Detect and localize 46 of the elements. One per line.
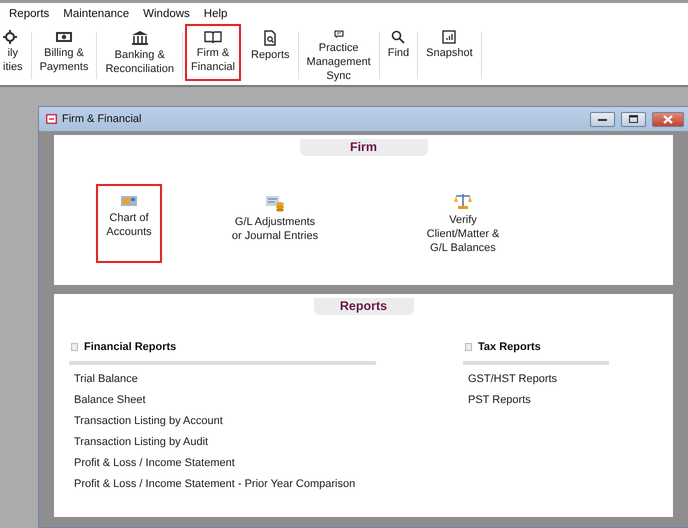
report-link[interactable]: Profit & Loss / Income Statement - Prior Year Comparison — [69, 474, 463, 495]
scale-icon — [453, 192, 473, 210]
report-link[interactable]: PST Reports — [463, 390, 609, 411]
report-link[interactable]: GST/HST Reports — [463, 369, 609, 390]
section-heading: Firm — [300, 139, 428, 156]
shortcut-button[interactable]: G/L Adjustments or Journal Entries — [220, 184, 330, 263]
shortcut-button[interactable]: Verify Client/Matter & G/L Balances — [418, 182, 508, 263]
minimize-button[interactable] — [590, 112, 615, 126]
group-title: Tax Reports — [478, 341, 541, 353]
window-title: Firm & Financial — [62, 113, 142, 125]
maximize-icon — [629, 115, 638, 123]
app-icon — [46, 114, 57, 124]
search-icon — [391, 30, 406, 44]
close-button[interactable] — [652, 112, 684, 126]
minimize-icon — [598, 118, 607, 120]
document-icon — [465, 343, 472, 351]
report-link[interactable]: Profit & Loss / Income Statement — [69, 453, 463, 474]
report-link[interactable]: Transaction Listing by Account — [69, 411, 463, 432]
bank-icon — [130, 30, 149, 46]
chart-icon — [442, 30, 456, 44]
toolbar-button[interactable]: Banking & Reconciliation — [99, 24, 180, 85]
menu-item[interactable]: Windows — [136, 8, 197, 20]
chart-icon — [120, 194, 138, 208]
report-link[interactable]: Balance Sheet — [69, 390, 463, 411]
toolbar-button[interactable]: Billing & Payments — [34, 24, 94, 85]
toolbar-button[interactable]: Firm & Financial — [184, 24, 241, 81]
toolbar-button[interactable]: ily ities — [0, 24, 29, 85]
close-icon — [663, 114, 673, 124]
menu-item[interactable]: Maintenance — [56, 8, 136, 20]
maximize-button[interactable] — [621, 112, 646, 126]
book-icon — [204, 30, 222, 44]
toolbar-button[interactable]: Practice Management Sync — [300, 24, 377, 85]
coins-icon — [265, 194, 285, 212]
menu-item[interactable]: Help — [196, 8, 234, 20]
document-icon — [71, 343, 78, 351]
toolbar-button[interactable]: Find — [382, 24, 416, 85]
section-heading: Reports — [314, 298, 414, 315]
report-link[interactable]: Trial Balance — [69, 369, 463, 390]
group-title: Financial Reports — [84, 341, 176, 353]
menu-item[interactable]: Reports — [2, 8, 56, 20]
shortcut-button[interactable]: Chart of Accounts — [96, 184, 162, 263]
toolbar-button[interactable]: Reports — [245, 24, 296, 85]
report-link[interactable]: Transaction Listing by Audit — [69, 432, 463, 453]
toolbar-button[interactable]: Snapshot — [420, 24, 479, 85]
document-search-icon — [263, 30, 278, 46]
banknote-icon — [55, 30, 74, 44]
